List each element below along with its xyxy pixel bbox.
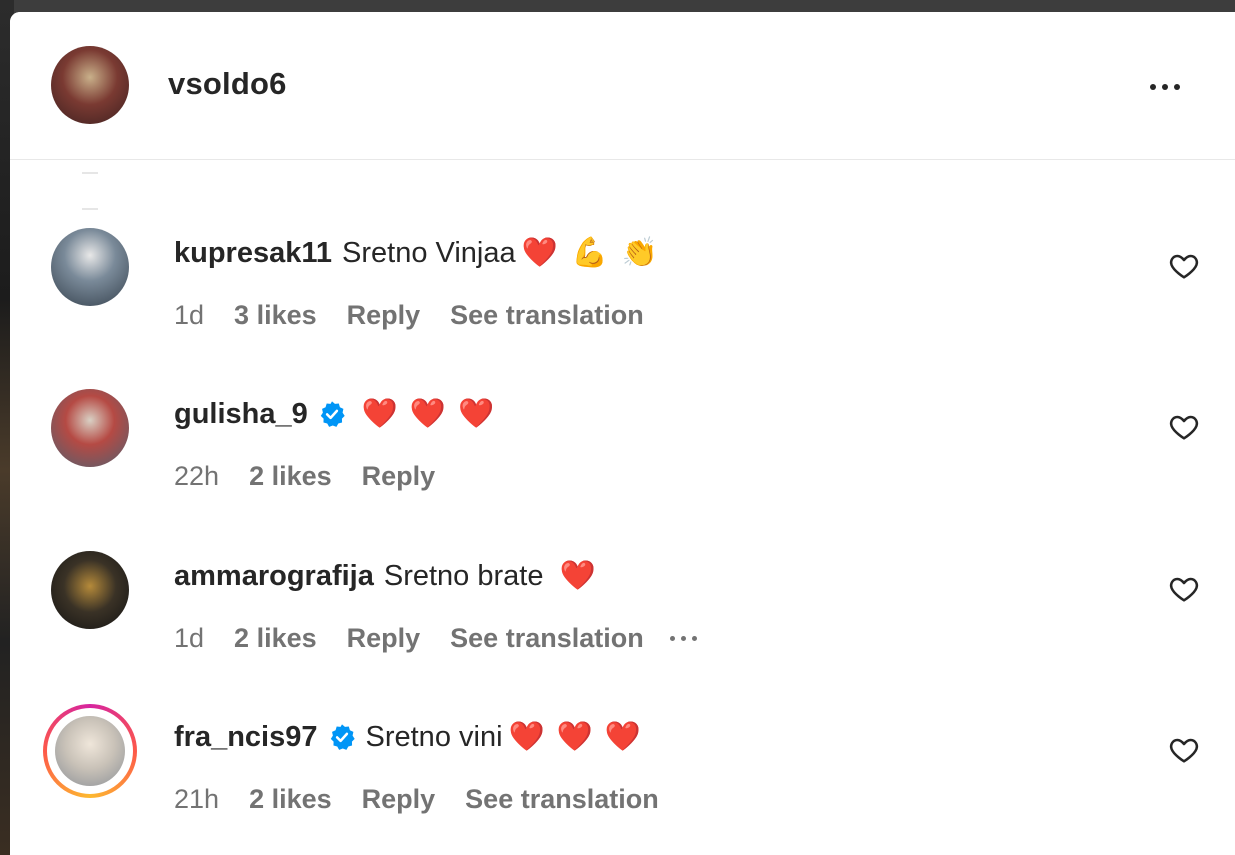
comment-item: fra_ncis97 Sretno vini ❤️ ❤️ ❤️ 21h 2 li… <box>10 704 1235 855</box>
verified-badge-icon <box>330 724 355 750</box>
comment-likes[interactable]: 2 likes <box>234 623 317 654</box>
heart-like-icon[interactable] <box>1168 250 1200 282</box>
comment-username[interactable]: fra_ncis97 <box>174 721 318 754</box>
comment-body: fra_ncis97 Sretno vini ❤️ ❤️ ❤️ <box>174 720 641 754</box>
comment-time[interactable]: 22h <box>174 461 219 492</box>
comment-body: gulisha_9 ❤️ ❤️ ❤️ <box>174 397 494 431</box>
heart-emoji-icon: ❤️ <box>458 398 495 430</box>
comment-item: gulisha_9 ❤️ ❤️ ❤️ 22h 2 likes Reply <box>10 389 1235 539</box>
heart-like-icon[interactable] <box>1168 573 1200 605</box>
dot-icon <box>691 636 697 641</box>
comment-text: Sretno Vinjaa <box>342 236 516 269</box>
post-author-username[interactable]: vsoldo6 <box>168 66 287 102</box>
comment-username[interactable]: gulisha_9 <box>174 398 308 431</box>
flexed-biceps-emoji-icon: 💪 <box>571 237 608 269</box>
avatar[interactable] <box>51 551 129 629</box>
verified-badge-icon <box>320 401 345 427</box>
heart-like-icon[interactable] <box>1168 411 1200 443</box>
avatar[interactable] <box>55 716 125 786</box>
comment-body: ammarografija Sretno brate ❤️ <box>174 559 596 593</box>
see-translation-button[interactable]: See translation <box>465 784 659 815</box>
clapping-hands-emoji-icon: 👏 <box>621 237 658 269</box>
comment-time[interactable]: 1d <box>174 300 204 331</box>
comment-meta: 1d 3 likes Reply See translation <box>174 300 674 331</box>
reply-button[interactable]: Reply <box>362 461 436 492</box>
divider <box>82 208 98 210</box>
comment-item: kupresak11 Sretno Vinjaa ❤️ 💪 👏 1d 3 lik… <box>10 228 1235 378</box>
more-options-button[interactable] <box>1140 67 1190 107</box>
see-translation-button[interactable]: See translation <box>450 300 644 331</box>
comment-time[interactable]: 21h <box>174 784 219 815</box>
reply-button[interactable]: Reply <box>362 784 436 815</box>
comment-likes[interactable]: 2 likes <box>249 461 332 492</box>
heart-emoji-icon: ❤️ <box>521 237 558 269</box>
comment-options-button[interactable] <box>669 636 697 641</box>
heart-like-icon[interactable] <box>1168 734 1200 766</box>
heart-emoji-icon: ❤️ <box>604 721 641 753</box>
heart-emoji-icon: ❤️ <box>361 398 398 430</box>
avatar[interactable] <box>51 228 129 306</box>
comment-body: kupresak11 Sretno Vinjaa ❤️ 💪 👏 <box>174 236 658 270</box>
comment-username[interactable]: ammarografija <box>174 560 374 593</box>
comment-meta: 1d 2 likes Reply See translation <box>174 623 727 654</box>
avatar[interactable] <box>51 46 129 124</box>
post-header: vsoldo6 <box>10 12 1235 160</box>
comment-meta: 21h 2 likes Reply See translation <box>174 784 689 815</box>
heart-emoji-icon: ❤️ <box>508 721 545 753</box>
dot-icon <box>1150 84 1156 90</box>
comment-username[interactable]: kupresak11 <box>174 237 332 270</box>
reply-button[interactable]: Reply <box>347 623 421 654</box>
dot-icon <box>669 636 675 641</box>
comment-likes[interactable]: 3 likes <box>234 300 317 331</box>
dot-icon <box>1162 84 1168 90</box>
heart-emoji-icon: ❤️ <box>409 398 446 430</box>
comment-item: ammarografija Sretno brate ❤️ 1d 2 likes… <box>10 551 1235 701</box>
heart-emoji-icon: ❤️ <box>556 721 593 753</box>
comment-text: Sretno vini <box>365 720 503 753</box>
see-translation-button[interactable]: See translation <box>450 623 644 654</box>
reply-button[interactable]: Reply <box>347 300 421 331</box>
heart-emoji-icon: ❤️ <box>559 560 596 592</box>
comments-panel: vsoldo6 kupresak11 Sretno Vinjaa ❤️ 💪 👏 … <box>10 12 1235 855</box>
comment-text: Sretno brate <box>383 559 544 592</box>
comment-likes[interactable]: 2 likes <box>249 784 332 815</box>
divider <box>82 172 98 174</box>
comment-meta: 22h 2 likes Reply <box>174 461 465 492</box>
avatar[interactable] <box>51 389 129 467</box>
dot-icon <box>680 636 686 641</box>
comment-time[interactable]: 1d <box>174 623 204 654</box>
dot-icon <box>1174 84 1180 90</box>
